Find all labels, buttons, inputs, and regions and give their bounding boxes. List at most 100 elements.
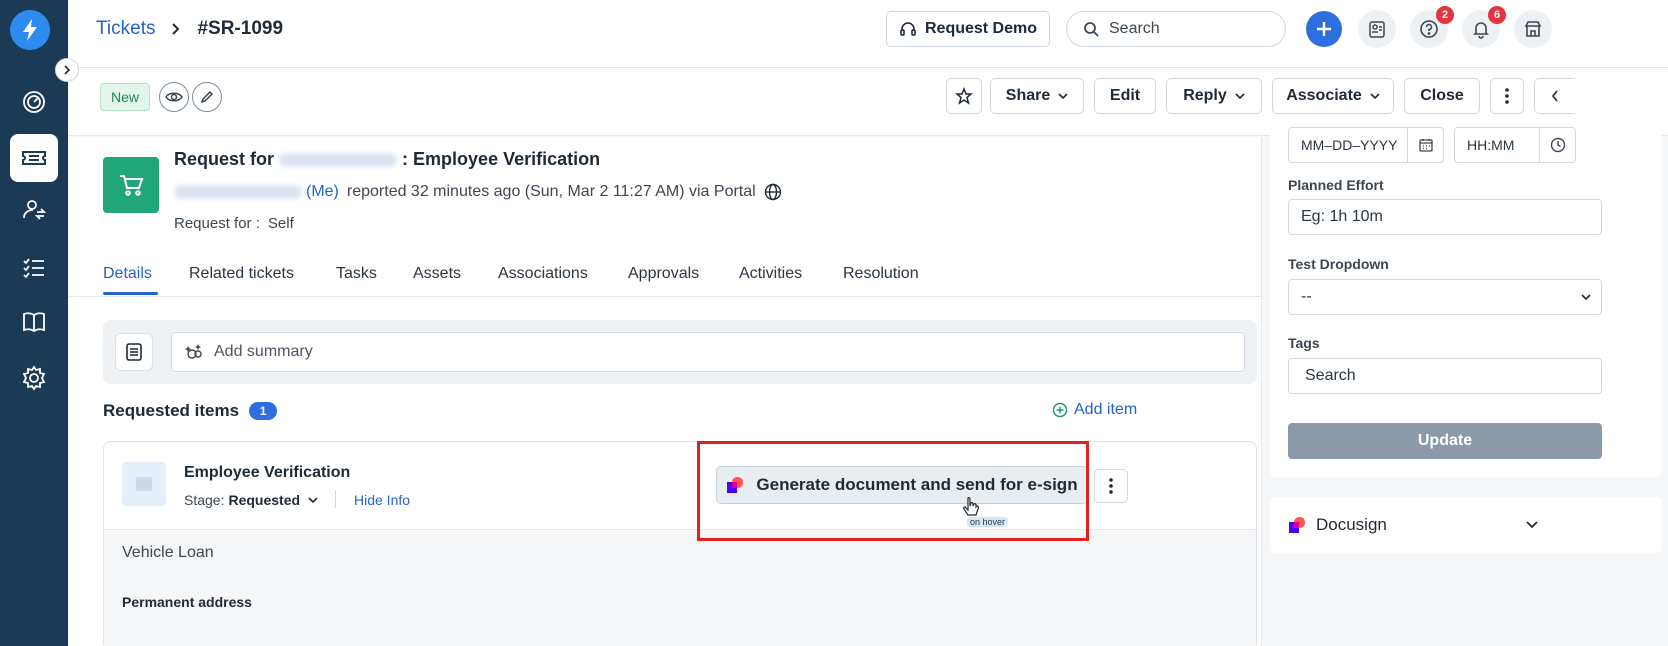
tags-placeholder: Search bbox=[1305, 367, 1356, 384]
tab-tasks[interactable]: Tasks bbox=[336, 265, 377, 283]
close-ticket-button[interactable]: Close bbox=[1404, 78, 1480, 114]
help-button[interactable]: 2 bbox=[1410, 6, 1454, 48]
title-prefix: Request for bbox=[174, 149, 275, 169]
due-date-input[interactable]: MM–DD–YYYY bbox=[1288, 127, 1444, 163]
chevron-down-icon bbox=[308, 497, 318, 503]
stage-dropdown[interactable]: Stage: Requested bbox=[184, 492, 318, 508]
toggle-panel-button[interactable] bbox=[1534, 78, 1574, 114]
chevron-down-icon bbox=[1581, 294, 1591, 300]
clock-icon[interactable] bbox=[1539, 128, 1575, 162]
active-tab-indicator bbox=[103, 292, 158, 295]
create-new-button[interactable] bbox=[1306, 11, 1342, 47]
chevron-down-icon bbox=[1526, 521, 1538, 529]
divider bbox=[335, 490, 336, 508]
settings-gear-icon[interactable] bbox=[10, 354, 58, 402]
tab-details[interactable]: Details bbox=[103, 265, 152, 283]
chevron-down-icon bbox=[1058, 93, 1068, 99]
properties-card: MM–DD–YYYY HH:MM Planned Effort Eg: 1h 1… bbox=[1270, 127, 1662, 477]
edit-button[interactable]: Edit bbox=[1094, 78, 1156, 114]
task-list-icon[interactable] bbox=[10, 244, 58, 292]
breadcrumb-tickets-link[interactable]: Tickets bbox=[96, 18, 155, 40]
item-name: Employee Verification bbox=[184, 464, 351, 481]
item-more-button[interactable] bbox=[1094, 469, 1128, 503]
marketplace-button[interactable] bbox=[1514, 10, 1552, 48]
associate-label: Associate bbox=[1286, 87, 1362, 104]
dashboard-icon[interactable] bbox=[10, 78, 58, 126]
collapse-sidebar-button[interactable] bbox=[55, 58, 79, 82]
planned-effort-label: Planned Effort bbox=[1288, 177, 1384, 193]
tab-approvals[interactable]: Approvals bbox=[628, 265, 699, 283]
id-card-icon bbox=[1369, 21, 1385, 38]
planned-effort-input[interactable]: Eg: 1h 10m bbox=[1288, 199, 1602, 235]
plus-icon bbox=[1317, 22, 1331, 36]
ticket-id: #SR-1099 bbox=[197, 18, 284, 39]
blurred-reporter-name[interactable] bbox=[174, 185, 302, 199]
properties-panel: MM–DD–YYYY HH:MM Planned Effort Eg: 1h 1… bbox=[1262, 127, 1668, 646]
add-summary-placeholder: Add summary bbox=[214, 343, 313, 360]
reply-button[interactable]: Reply bbox=[1166, 78, 1262, 114]
search-placeholder: Search bbox=[1109, 20, 1160, 37]
share-button[interactable]: Share bbox=[990, 78, 1084, 114]
item-image-placeholder-icon bbox=[122, 462, 166, 506]
tags-input[interactable]: Search bbox=[1288, 358, 1602, 394]
tab-assets[interactable]: Assets bbox=[413, 265, 461, 283]
highlight-annotation-box bbox=[697, 441, 1089, 541]
date-placeholder: MM–DD–YYYY bbox=[1301, 137, 1398, 153]
test-dropdown-label: Test Dropdown bbox=[1288, 256, 1389, 272]
bell-icon bbox=[1473, 22, 1489, 39]
add-item-label: Add item bbox=[1074, 401, 1138, 418]
request-demo-button[interactable]: Request Demo bbox=[886, 11, 1050, 47]
help-badge: 2 bbox=[1436, 6, 1454, 24]
edit-pencil-button[interactable] bbox=[192, 82, 222, 112]
headset-icon bbox=[900, 22, 916, 36]
search-icon bbox=[1084, 22, 1099, 37]
breadcrumb: Tickets #SR-1099 bbox=[96, 18, 283, 40]
tab-resolution[interactable]: Resolution bbox=[843, 265, 919, 283]
search-input[interactable]: Search bbox=[1066, 11, 1286, 47]
contacts-button[interactable] bbox=[1358, 10, 1396, 48]
knowledge-book-icon[interactable] bbox=[10, 298, 58, 346]
plus-circle-icon bbox=[1052, 402, 1068, 418]
update-button[interactable]: Update bbox=[1288, 423, 1602, 459]
reply-label: Reply bbox=[1183, 87, 1227, 104]
ticket-main-area: Request for : Employee Verification (Me)… bbox=[68, 137, 1262, 646]
ticket-action-bar: New Share Edit Reply Associate Close bbox=[68, 68, 1668, 136]
app-logo-icon[interactable] bbox=[10, 10, 50, 50]
docusign-section[interactable]: Docusign bbox=[1270, 497, 1662, 553]
chevron-down-icon bbox=[1235, 93, 1245, 99]
tab-associations[interactable]: Associations bbox=[498, 265, 588, 283]
blurred-requester-name bbox=[279, 153, 398, 168]
globe-icon bbox=[764, 183, 781, 201]
hide-info-link[interactable]: Hide Info bbox=[354, 492, 410, 508]
notifications-button[interactable]: 6 bbox=[1462, 6, 1506, 48]
title-suffix: : Employee Verification bbox=[402, 149, 601, 169]
favorite-button[interactable] bbox=[946, 78, 982, 114]
shopping-cart-icon bbox=[120, 175, 144, 196]
tab-activities[interactable]: Activities bbox=[739, 265, 802, 283]
more-actions-button[interactable] bbox=[1490, 78, 1524, 114]
due-time-input[interactable]: HH:MM bbox=[1454, 127, 1576, 163]
user-switch-icon[interactable] bbox=[10, 186, 58, 234]
permanent-address-label: Permanent address bbox=[122, 594, 252, 610]
add-item-link[interactable]: Add item bbox=[1052, 401, 1137, 419]
associate-button[interactable]: Associate bbox=[1272, 78, 1394, 114]
test-dropdown-select[interactable]: -- bbox=[1288, 279, 1602, 315]
add-summary-input[interactable]: Add summary bbox=[171, 332, 1245, 372]
chevron-down-icon bbox=[1370, 93, 1380, 99]
kebab-menu-icon bbox=[1109, 478, 1113, 494]
docusign-logo-icon bbox=[1289, 517, 1305, 533]
summary-document-icon[interactable] bbox=[115, 333, 153, 371]
requested-items-count: 1 bbox=[249, 402, 278, 420]
top-header: Tickets #SR-1099 Request Demo Search 2 6 bbox=[68, 0, 1668, 68]
tab-related-tickets[interactable]: Related tickets bbox=[189, 265, 294, 283]
ticket-meta: (Me) reported 32 minutes ago (Sun, Mar 2… bbox=[174, 183, 782, 201]
chevron-right-icon bbox=[172, 23, 180, 35]
calendar-icon[interactable] bbox=[1407, 128, 1443, 162]
request-for-row: Request for : Self bbox=[174, 215, 294, 232]
watch-button[interactable] bbox=[159, 82, 189, 112]
planned-effort-placeholder: Eg: 1h 10m bbox=[1301, 208, 1383, 225]
chevron-right-icon bbox=[64, 65, 71, 75]
request-for-value: Self bbox=[267, 215, 294, 232]
summary-section: Add summary bbox=[103, 320, 1257, 384]
tickets-icon[interactable] bbox=[10, 134, 58, 182]
